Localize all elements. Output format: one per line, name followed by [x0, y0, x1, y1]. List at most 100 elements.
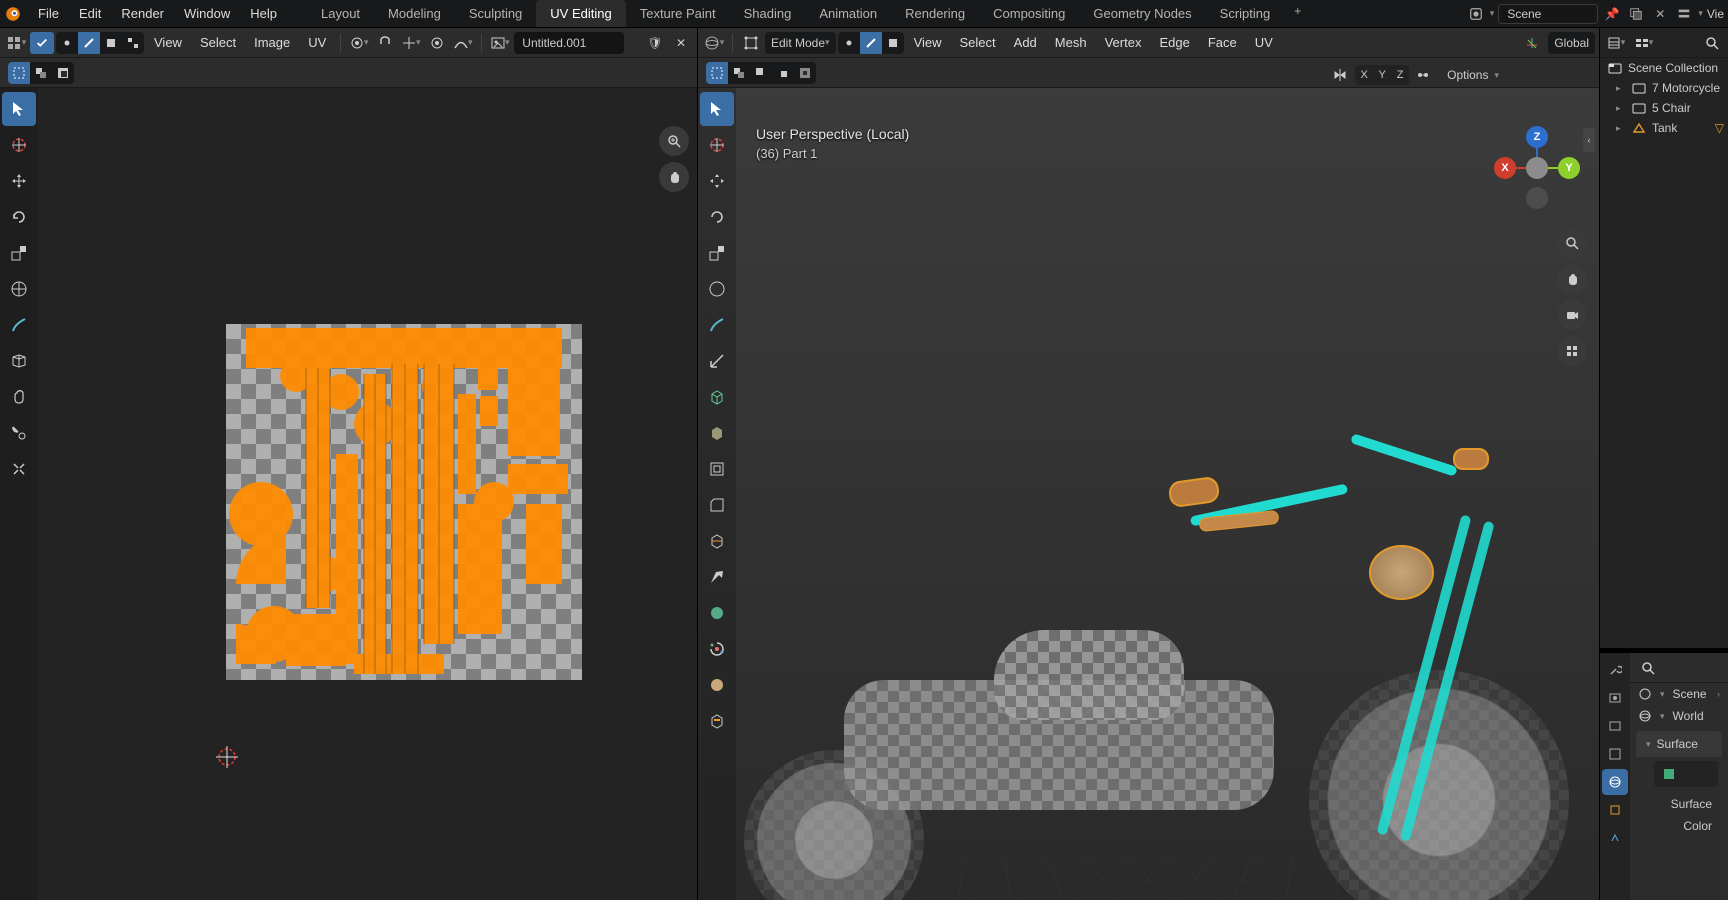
breadcrumb-scene[interactable]: Scene — [1673, 687, 1707, 701]
vp-selshape-extend[interactable] — [728, 62, 750, 84]
outliner-item-1[interactable]: ▸ 5 Chair — [1600, 98, 1728, 118]
ptab-object[interactable] — [1602, 797, 1628, 823]
tool-move[interactable] — [2, 164, 36, 198]
axis-x[interactable]: X — [1494, 157, 1516, 179]
outliner-item-0[interactable]: ▸ 7 Motorcycle — [1600, 78, 1728, 98]
ptab-modifier[interactable] — [1602, 825, 1628, 851]
uv-menu-view[interactable]: View — [146, 31, 190, 54]
mirror-z[interactable]: Z — [1391, 65, 1409, 85]
surface-node-slot[interactable] — [1654, 761, 1718, 787]
vtool-loop-cut[interactable] — [700, 524, 734, 558]
tool-relax[interactable] — [2, 416, 36, 450]
vtool-move[interactable] — [700, 164, 734, 198]
uv-zoom-icon[interactable] — [659, 126, 689, 156]
output-surface[interactable]: Surface — [1664, 793, 1728, 815]
nav-gizmo[interactable]: Z Y X — [1497, 128, 1577, 208]
output-color[interactable]: Color — [1664, 815, 1728, 837]
uv-menu-select[interactable]: Select — [192, 31, 244, 54]
ws-layout[interactable]: Layout — [307, 0, 374, 27]
uv-sel-island[interactable] — [122, 32, 144, 54]
outliner-item-2[interactable]: ▸ Tank ▽ — [1600, 118, 1728, 138]
new-scene-icon[interactable] — [1626, 4, 1646, 24]
mirror-x[interactable]: X — [1355, 65, 1373, 85]
ws-texture-paint[interactable]: Texture Paint — [626, 0, 730, 27]
uv-image-x-icon[interactable]: ✕ — [669, 32, 693, 54]
tool-rip[interactable] — [2, 344, 36, 378]
uv-sel-face[interactable] — [100, 32, 122, 54]
vtool-knife[interactable] — [700, 560, 734, 594]
vtool-spin[interactable] — [700, 632, 734, 666]
disclosure-icon[interactable]: ▸ — [1616, 103, 1626, 114]
scene-browse-icon[interactable] — [1466, 4, 1486, 24]
axis-y[interactable]: Y — [1558, 157, 1580, 179]
n-panel-toggle[interactable]: ‹ — [1583, 128, 1595, 152]
tool-rotate[interactable] — [2, 200, 36, 234]
ws-modeling[interactable]: Modeling — [374, 0, 455, 27]
vp-persp-icon[interactable] — [1557, 336, 1587, 366]
mode-dropdown[interactable]: Edit Mode ▾ — [765, 32, 836, 54]
ws-animation[interactable]: Animation — [805, 0, 891, 27]
uv-sel-vertex[interactable] — [56, 32, 78, 54]
uv-menu-uv[interactable]: UV — [300, 31, 334, 54]
axis-neg-z[interactable] — [1526, 187, 1548, 209]
outliner-display-dropdown[interactable]: ▾ — [1632, 32, 1656, 54]
ptab-output[interactable] — [1602, 713, 1628, 739]
ptab-render[interactable] — [1602, 685, 1628, 711]
menu-render[interactable]: Render — [111, 2, 174, 25]
prop-edit-toggle[interactable] — [425, 32, 449, 54]
sel-edge[interactable] — [860, 32, 882, 54]
vp-menu-add[interactable]: Add — [1006, 31, 1045, 54]
options-dropdown[interactable]: Options ▾ — [1437, 64, 1509, 86]
uv-canvas[interactable] — [38, 88, 697, 900]
ws-scripting[interactable]: Scripting — [1206, 0, 1285, 27]
vp-menu-uv[interactable]: UV — [1247, 31, 1281, 54]
disclosure-icon[interactable]: ▸ — [1616, 83, 1626, 94]
vtool-transform[interactable] — [700, 272, 734, 306]
vp-selshape-sub[interactable] — [750, 62, 772, 84]
uv-selshape-sub[interactable] — [52, 62, 74, 84]
uv-selshape-box[interactable] — [8, 62, 30, 84]
chevron-down-icon[interactable]: ▾ — [1698, 8, 1703, 19]
vp-zoom-icon[interactable] — [1557, 228, 1587, 258]
vp-pan-icon[interactable] — [1557, 264, 1587, 294]
vtool-measure[interactable] — [700, 344, 734, 378]
viewport-body[interactable]: User Perspective (Local) (36) Part 1 Z Y… — [698, 88, 1599, 900]
orientation-dropdown[interactable]: Global — [1548, 32, 1595, 54]
uv-selshape-extend[interactable] — [30, 62, 52, 84]
pin-icon[interactable]: 📌 — [1602, 4, 1622, 24]
editor-type-dropdown[interactable]: ▾ — [4, 32, 28, 54]
tool-select-box[interactable] — [2, 92, 36, 126]
vtool-rotate[interactable] — [700, 200, 734, 234]
menu-edit[interactable]: Edit — [69, 2, 111, 25]
mode-icon[interactable] — [739, 32, 763, 54]
world-selector[interactable]: ▾ World — [1630, 705, 1728, 727]
menu-window[interactable]: Window — [174, 2, 240, 25]
vp-menu-view[interactable]: View — [906, 31, 950, 54]
automerge-toggle[interactable] — [1413, 65, 1433, 85]
vp-editor-type-dropdown[interactable]: ▾ — [702, 32, 726, 54]
sel-face[interactable] — [882, 32, 904, 54]
tool-cursor[interactable] — [2, 128, 36, 162]
delete-scene-icon[interactable]: ✕ — [1650, 4, 1670, 24]
outliner-type-dropdown[interactable]: ▾ — [1604, 32, 1628, 54]
tool-transform[interactable] — [2, 272, 36, 306]
vp-selshape-inv[interactable] — [794, 62, 816, 84]
uv-image-shield-icon[interactable]: 🛡 — [643, 32, 667, 54]
ws-rendering[interactable]: Rendering — [891, 0, 979, 27]
outliner-root[interactable]: Scene Collection — [1600, 58, 1728, 78]
outliner-search-icon[interactable] — [1700, 32, 1724, 54]
vp-menu-mesh[interactable]: Mesh — [1047, 31, 1095, 54]
sel-vertex[interactable] — [838, 32, 860, 54]
tool-grab[interactable] — [2, 380, 36, 414]
uv-image-name[interactable]: Untitled.001 — [514, 32, 624, 54]
ws-shading[interactable]: Shading — [730, 0, 806, 27]
add-workspace[interactable]: + — [1284, 0, 1311, 27]
ws-compositing[interactable]: Compositing — [979, 0, 1079, 27]
vtool-select-box[interactable] — [700, 92, 734, 126]
vtool-bevel[interactable] — [700, 488, 734, 522]
tool-scale[interactable] — [2, 236, 36, 270]
mirror-icon[interactable] — [1331, 65, 1351, 85]
props-search-icon[interactable] — [1636, 657, 1660, 679]
prop-falloff-dropdown[interactable]: ▾ — [451, 32, 475, 54]
ws-sculpting[interactable]: Sculpting — [455, 0, 536, 27]
